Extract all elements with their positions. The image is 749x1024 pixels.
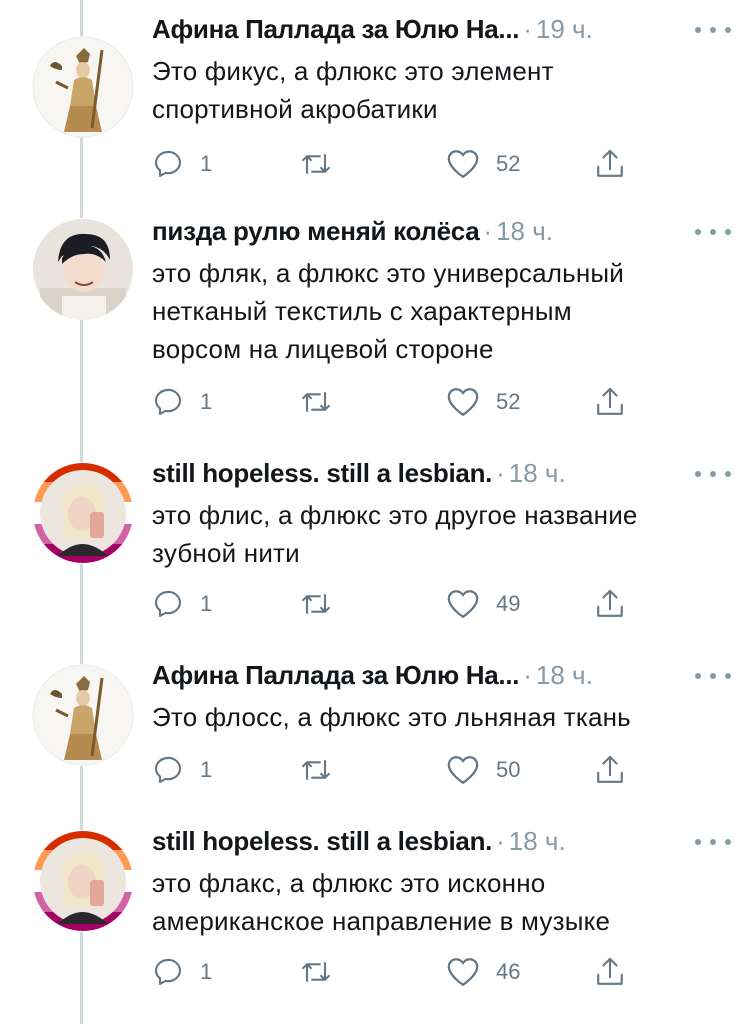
author-name[interactable]: Афина Паллада за Юлю На... [152,14,520,45]
share-icon [597,149,623,177]
heart-icon [447,150,479,178]
timestamp[interactable]: 19 ч. [536,14,593,45]
separator-dot: · [523,14,532,44]
share-button[interactable] [594,952,626,992]
avatar[interactable] [32,462,134,564]
reply-icon [154,150,182,178]
like-button[interactable]: 50 [446,750,520,790]
reply-button[interactable]: 1 [152,750,212,790]
tweet-text: это флакс, а флюкс это исконно американс… [152,868,611,936]
share-icon [597,589,623,617]
separator-dot: · [496,826,505,856]
athena-statue-icon [32,664,134,766]
like-count: 52 [496,151,521,176]
athena-statue-icon [32,36,134,138]
share-icon [597,387,623,415]
timestamp[interactable]: 18 ч. [496,216,553,247]
reply-button[interactable]: 1 [152,144,212,184]
reply-button[interactable]: 1 [152,382,212,422]
reply-count: 1 [200,959,213,984]
avatar[interactable] [32,218,134,320]
like-button[interactable]: 49 [446,584,520,624]
retweet-button[interactable] [298,952,334,992]
reply-icon [154,590,182,618]
timestamp[interactable]: 18 ч. [509,826,566,857]
timestamp[interactable]: 18 ч. [509,458,566,489]
share-icon [597,755,623,783]
share-button[interactable] [594,144,626,184]
reply-icon [154,958,182,986]
retweet-icon [302,593,330,615]
reply-count: 1 [200,151,213,176]
retweet-button[interactable] [298,382,334,422]
retweet-icon [302,961,330,983]
retweet-icon [302,759,330,781]
reply-count: 1 [200,757,213,782]
avatar[interactable] [32,830,134,932]
tweet-text: Это флосс, а флюкс это льняная ткань [152,702,631,732]
more-dots-icon[interactable] [695,670,731,682]
reply-button[interactable]: 1 [152,584,212,624]
more-dots-icon[interactable] [695,24,731,36]
heart-icon [447,756,479,784]
reply-button[interactable]: 1 [152,952,212,992]
selfie-icon [33,463,133,563]
reply-count: 1 [200,591,213,616]
tweet-text: Это фикус, а флюкс это элемент спортивно… [152,56,554,124]
share-icon [597,957,623,985]
retweet-button[interactable] [298,750,334,790]
retweet-button[interactable] [298,144,334,184]
like-count: 50 [496,757,521,782]
more-dots-icon[interactable] [695,226,731,238]
tweet-text: это флис, а флюкс это другое название зу… [152,500,638,568]
author-name[interactable]: still hopeless. still a lesbian. [152,826,492,857]
more-dots-icon[interactable] [695,836,731,848]
share-button[interactable] [594,382,626,422]
avatar[interactable] [32,36,134,138]
share-button[interactable] [594,584,626,624]
author-name[interactable]: пизда рулю меняй колёса [152,216,480,247]
selfie-icon [33,831,133,931]
heart-icon [447,590,479,618]
reply-icon [154,756,182,784]
like-count: 49 [496,591,521,616]
anime-boy-icon [33,219,133,320]
timestamp[interactable]: 18 ч. [536,660,593,691]
author-name[interactable]: still hopeless. still a lesbian. [152,458,492,489]
separator-dot: · [483,216,493,246]
reply-icon [154,388,182,416]
tweet-text: это фляк, а флюкс это универсальный нетк… [152,258,625,364]
like-button[interactable]: 52 [446,382,520,422]
separator-dot: · [496,458,505,488]
avatar[interactable] [32,664,134,766]
reply-count: 1 [200,389,213,414]
author-name[interactable]: Афина Паллада за Юлю На... [152,660,520,691]
retweet-icon [302,391,330,413]
separator-dot: · [523,660,532,690]
more-dots-icon[interactable] [695,468,731,480]
like-button[interactable]: 46 [446,952,520,992]
like-count: 46 [496,959,521,984]
share-button[interactable] [594,750,626,790]
heart-icon [447,388,479,416]
like-count: 52 [496,389,521,414]
retweet-button[interactable] [298,584,334,624]
like-button[interactable]: 52 [446,144,520,184]
heart-icon [447,958,479,986]
retweet-icon [302,153,330,175]
